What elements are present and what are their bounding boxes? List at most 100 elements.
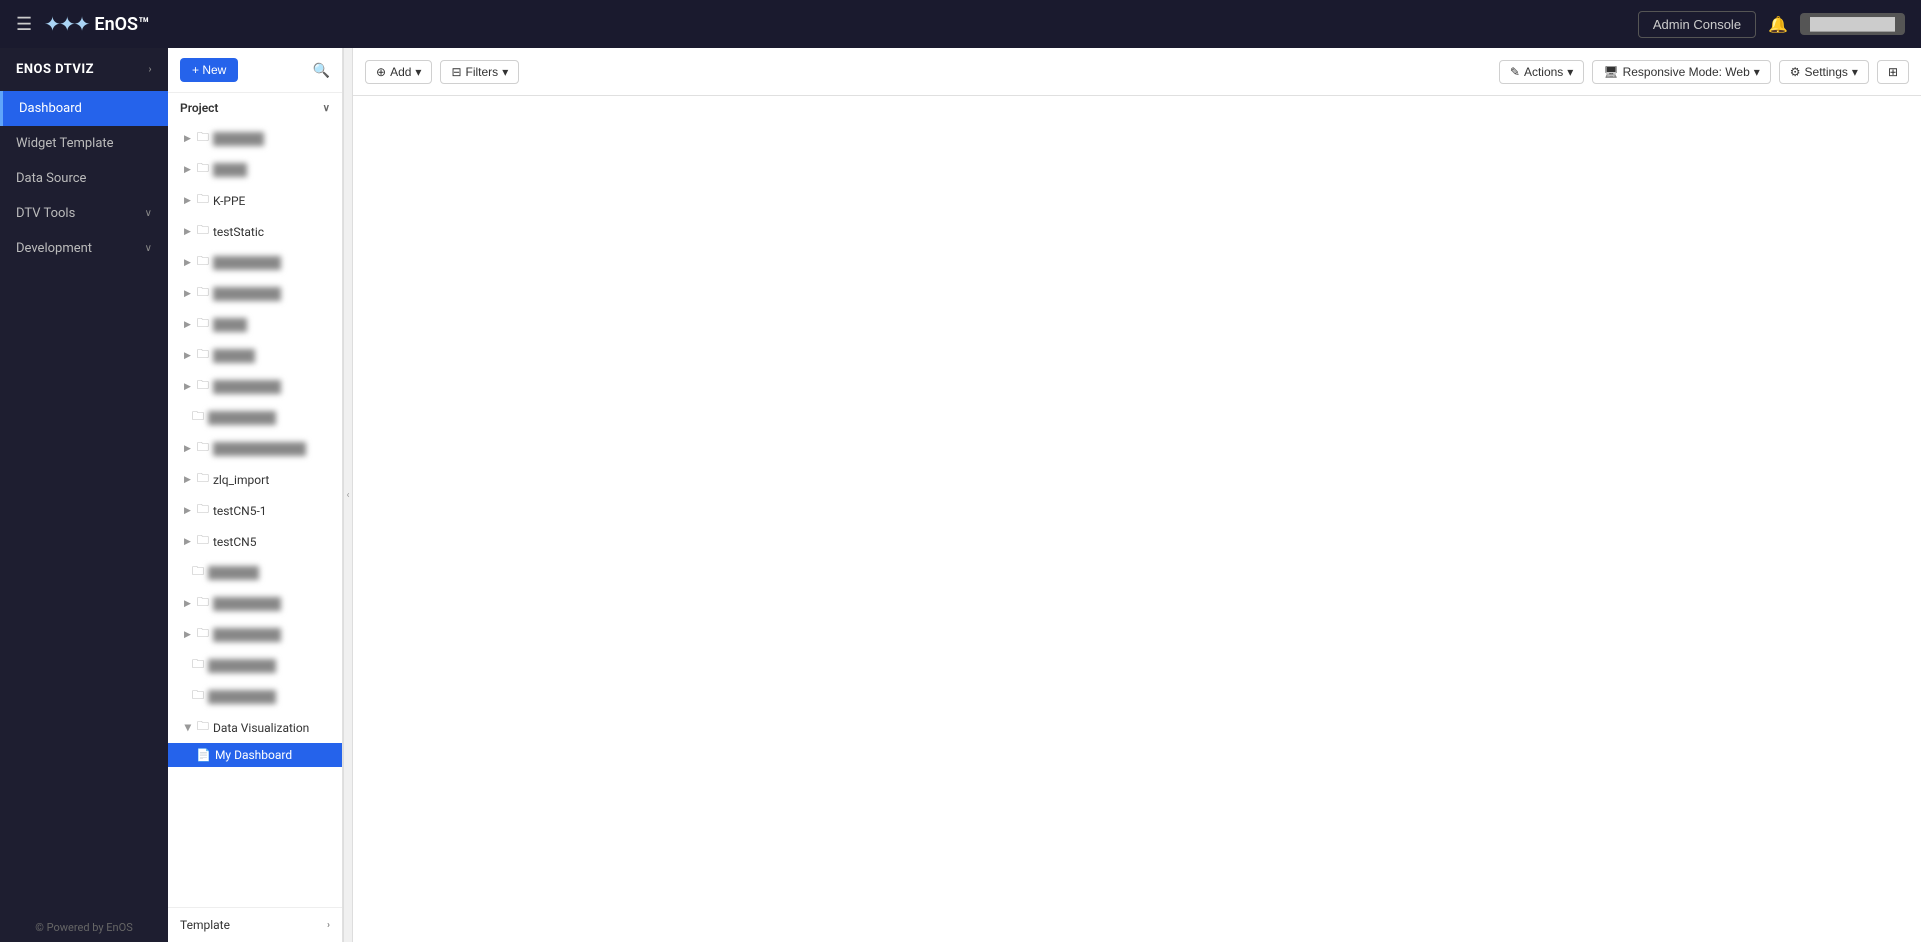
tree-item-7[interactable]: ▶ 🗀 ████ [168,309,342,340]
folder-icon: 🗀 [197,283,209,304]
expand-arrow-icon: ▶ [184,599,191,609]
add-icon: ⊕ [376,65,386,79]
expand-arrow-icon: ▶ [182,724,192,731]
tree-item-kppe-label: K-PPE [213,194,245,208]
development-chevron-icon: ∨ [145,243,152,254]
tree-section-header: Project ∨ [168,93,342,123]
admin-console-button[interactable]: Admin Console [1638,11,1756,38]
sidebar-brand: ENOS DTVIZ › [0,48,168,91]
tree-item-7-label: ████ [213,318,247,332]
expand-arrow-icon: ▶ [184,382,191,392]
tree-item-5[interactable]: ▶ 🗀 ████████ [168,247,342,278]
sidebar-item-dtv-tools-label: DTV Tools [16,206,75,221]
tree-item-16-label: ████████ [208,690,276,704]
tree-item-10-label: ████████ [208,411,276,425]
collapse-handle-icon: ‹ [346,490,349,501]
expand-arrow-icon: ▶ [184,320,191,330]
tree-item-mydash[interactable]: 📄 My Dashboard [168,743,342,767]
folder-icon: 🗀 [197,531,209,552]
folder-icon: 🗀 [197,624,209,645]
tree-item-8[interactable]: ▶ 🗀 █████ [168,340,342,371]
tree-item-6-label: ████████ [213,287,281,301]
expand-arrow-icon: ▶ [184,227,191,237]
actions-button[interactable]: ✎ Actions ▾ [1499,60,1584,84]
folder-icon: 🗀 [192,562,204,583]
layout-icon: ⊞ [1888,65,1898,79]
tree-item-5-label: ████████ [213,256,281,270]
responsive-mode-label: Responsive Mode: Web [1623,65,1750,79]
sidebar: ENOS DTVIZ › Dashboard Widget Template D… [0,48,168,942]
hamburger-icon[interactable]: ☰ [16,14,32,35]
sidebar-item-dashboard-label: Dashboard [19,101,82,116]
sidebar-brand-label: ENOS DTVIZ [16,62,94,77]
folder-icon: 🗀 [197,221,209,242]
tree-item-zlq[interactable]: ▶ 🗀 zlq_import [168,464,342,495]
tree-item-13-label: ████████ [213,597,281,611]
responsive-mode-button[interactable]: 🖥 Responsive Mode: Web ▾ [1592,60,1770,84]
filters-button[interactable]: ⊟ Filters ▾ [440,60,519,84]
expand-arrow-icon: ▶ [184,165,191,175]
sidebar-item-development[interactable]: Development ∨ [0,231,168,266]
folder-icon: 🗀 [192,655,204,676]
expand-arrow-icon: ▶ [184,630,191,640]
tree-item-11[interactable]: ▶ 🗀 ███████████ [168,433,342,464]
tree-item-testcn5-label: testCN5 [213,535,257,549]
tree-item-9[interactable]: ▶ 🗀 ████████ [168,371,342,402]
expand-arrow-icon: ▶ [184,444,191,454]
tree-item-12[interactable]: 🗀 ██████ [168,557,342,588]
layout-button[interactable]: ⊞ [1877,60,1909,84]
folder-icon: 🗀 [197,376,209,397]
tree-item-teststatic[interactable]: ▶ 🗀 testStatic [168,216,342,247]
powered-by: © Powered by EnOS [0,913,168,942]
tree-item-6[interactable]: ▶ 🗀 ████████ [168,278,342,309]
tree-item-datavis[interactable]: ▶ 🗀 Data Visualization [168,712,342,743]
tree-item-15[interactable]: 🗀 ████████ [168,650,342,681]
toolbar: ⊕ Add ▾ ⊟ Filters ▾ ✎ Actions ▾ 🖥 [353,48,1921,96]
search-button[interactable]: 🔍 [313,62,330,79]
settings-icon: ⚙ [1790,65,1801,79]
tree-item-kppe[interactable]: ▶ 🗀 K-PPE [168,185,342,216]
filters-label: Filters [466,65,499,79]
tree-item-10[interactable]: 🗀 ████████ [168,402,342,433]
toolbar-left: ⊕ Add ▾ ⊟ Filters ▾ [365,60,519,84]
folder-icon: 🗀 [197,314,209,335]
settings-label: Settings [1805,65,1848,79]
sidebar-item-dtv-tools[interactable]: DTV Tools ∨ [0,196,168,231]
new-button[interactable]: + New [180,58,238,82]
tree-item-13[interactable]: ▶ 🗀 ████████ [168,588,342,619]
main-content: ⊕ Add ▾ ⊟ Filters ▾ ✎ Actions ▾ 🖥 [353,48,1921,942]
dtv-tools-chevron-icon: ∨ [145,208,152,219]
folder-icon: 🗀 [197,500,209,521]
sidebar-item-widget-template[interactable]: Widget Template [0,126,168,161]
tree-item-16[interactable]: 🗀 ████████ [168,681,342,712]
notification-icon[interactable]: 🔔 [1768,15,1788,34]
tree-item-testcn51[interactable]: ▶ 🗀 testCN5-1 [168,495,342,526]
tree-item-14[interactable]: ▶ 🗀 ████████ [168,619,342,650]
tree-footer-label: Template [180,918,230,932]
collapse-handle[interactable]: ‹ [343,48,353,942]
folder-icon: 🗀 [197,252,209,273]
expand-arrow-icon: ▶ [184,134,191,144]
tree-section-chevron-icon: ∨ [323,103,330,114]
add-button[interactable]: ⊕ Add ▾ [365,60,432,84]
sidebar-item-dashboard[interactable]: Dashboard [0,91,168,126]
sidebar-item-data-source[interactable]: Data Source [0,161,168,196]
tree-footer[interactable]: Template › [168,907,342,942]
expand-arrow-icon: ▶ [184,506,191,516]
tree-item-1-label: ██████ [213,132,264,146]
tree-item-2-label: ████ [213,163,247,177]
logo-dots-icon: ✦✦✦ [44,12,88,36]
canvas [353,96,1921,942]
tree-item-2[interactable]: ▶ 🗀 ████ [168,154,342,185]
responsive-mode-icon: 🖥 [1603,65,1618,79]
filters-chevron-icon: ▾ [502,65,508,79]
tree-item-mydash-label: My Dashboard [215,748,292,762]
tree-item-8-label: █████ [213,349,256,363]
filters-icon: ⊟ [451,65,461,79]
tree-item-1[interactable]: ▶ 🗀 ██████ [168,123,342,154]
user-avatar[interactable]: ██████████ [1800,13,1905,35]
sidebar-item-widget-template-label: Widget Template [16,136,114,151]
tree-item-datavis-label: Data Visualization [213,721,309,735]
settings-button[interactable]: ⚙ Settings ▾ [1779,60,1869,84]
tree-item-testcn5[interactable]: ▶ 🗀 testCN5 [168,526,342,557]
